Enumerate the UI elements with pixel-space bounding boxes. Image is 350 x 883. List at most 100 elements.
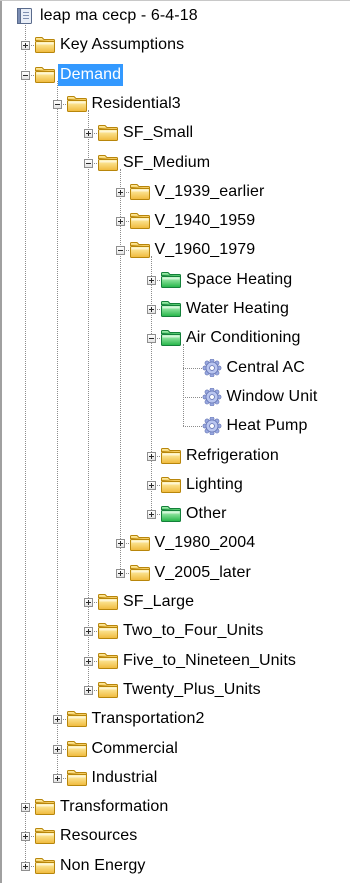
tree-node-label[interactable]: V_1940_1959 [153, 210, 258, 232]
tree-node-sf-medium[interactable]: SF_Medium [0, 150, 350, 176]
expand-toggle-icon[interactable] [21, 803, 30, 813]
collapse-toggle-icon[interactable] [52, 99, 62, 109]
tree-node-central-ac[interactable]: Central AC [0, 355, 350, 381]
expand-toggle-icon[interactable] [52, 773, 62, 783]
expand-toggle-icon[interactable] [84, 598, 93, 607]
tree-node-root-label[interactable]: leap ma cecp - 6-4-18 [0, 3, 350, 29]
tree-node-label[interactable]: Central AC [225, 357, 307, 379]
expand-toggle-icon[interactable] [147, 275, 156, 285]
tree-node-label[interactable]: Industrial [90, 767, 160, 789]
tree-node-label[interactable]: Two_to_Four_Units [121, 620, 265, 642]
tree-node-demand[interactable]: Demand [0, 62, 350, 88]
folder-icon [129, 212, 151, 230]
tree-node-label[interactable]: Transportation2 [90, 708, 207, 730]
expand-toggle-icon[interactable] [21, 41, 30, 51]
tree-node-label[interactable]: Five_to_Nineteen_Units [121, 650, 298, 672]
tree-node-transformation[interactable]: Transformation [0, 794, 350, 820]
tree-node-two-to-four-units[interactable]: Two_to_Four_Units [0, 618, 350, 644]
tree-node-v-1980-2004[interactable]: V_1980_2004 [0, 530, 350, 556]
folder-icon [129, 183, 151, 201]
expand-toggle-icon[interactable] [52, 744, 62, 754]
expand-toggle-icon[interactable] [147, 480, 156, 490]
tree-node-lighting[interactable]: Lighting [0, 472, 350, 498]
folder-icon [34, 857, 56, 875]
tree-node-other[interactable]: Other [0, 501, 350, 527]
tree-node-label[interactable]: Resources [58, 825, 139, 847]
gear-icon [201, 387, 223, 407]
expand-toggle-icon[interactable] [147, 451, 156, 461]
tree-node-label[interactable]: SF_Small [121, 122, 195, 144]
expand-toggle-icon[interactable] [115, 568, 125, 578]
tree-node-label[interactable]: V_2005_later [153, 562, 253, 584]
expand-toggle-icon[interactable] [147, 305, 156, 314]
folder-icon [160, 447, 182, 465]
collapse-toggle-icon[interactable] [115, 246, 125, 256]
green-folder-icon [160, 505, 182, 523]
green-folder-icon [160, 329, 182, 347]
tree-node-five-to-nineteen-units[interactable]: Five_to_Nineteen_Units [0, 648, 350, 674]
tree-node-window-unit[interactable]: Window Unit [0, 384, 350, 410]
tree-node-label[interactable]: SF_Large [121, 591, 196, 613]
tree-node-label[interactable]: V_1980_2004 [153, 532, 258, 554]
expand-toggle-icon[interactable] [84, 627, 93, 637]
tree-node-label[interactable]: Commercial [90, 738, 180, 760]
tree-node-v-2005-later[interactable]: V_2005_later [0, 560, 350, 586]
folder-icon [129, 564, 151, 582]
tree-node-label[interactable]: Heat Pump [225, 415, 310, 437]
folder-icon [160, 476, 182, 494]
expand-toggle-icon[interactable] [115, 539, 125, 549]
book-icon [14, 7, 36, 25]
tree-node-label[interactable]: Demand [58, 63, 124, 86]
collapse-toggle-icon[interactable] [21, 70, 30, 80]
tree-node-label[interactable]: Residential3 [90, 93, 183, 115]
expand-toggle-icon[interactable] [52, 715, 62, 725]
tree-node-transportation2[interactable]: Transportation2 [0, 706, 350, 732]
tree-node-resources[interactable]: Resources [0, 823, 350, 849]
folder-icon [97, 124, 119, 142]
tree-node-v-1960-1979[interactable]: V_1960_1979 [0, 237, 350, 263]
expand-toggle-icon[interactable] [21, 832, 30, 842]
folder-icon [66, 95, 88, 113]
tree-node-air-conditioning[interactable]: Air Conditioning [0, 325, 350, 351]
tree-node-twenty-plus-units[interactable]: Twenty_Plus_Units [0, 677, 350, 703]
tree-node-key-assumptions[interactable]: Key Assumptions [0, 32, 350, 58]
expand-toggle-icon[interactable] [84, 129, 93, 139]
tree-node-label[interactable]: Non Energy [58, 855, 148, 877]
tree-node-label[interactable]: V_1939_earlier [153, 181, 267, 203]
expand-toggle-icon[interactable] [147, 510, 156, 520]
folder-icon [97, 154, 119, 172]
tree-node-water-heating[interactable]: Water Heating [0, 296, 350, 322]
expand-toggle-icon[interactable] [115, 187, 125, 197]
tree-node-space-heating[interactable]: Space Heating [0, 267, 350, 293]
tree-node-refrigeration[interactable]: Refrigeration [0, 443, 350, 469]
tree-node-sf-small[interactable]: SF_Small [0, 120, 350, 146]
tree-node-label[interactable]: Air Conditioning [184, 327, 303, 349]
expand-toggle-icon[interactable] [115, 217, 125, 227]
tree-node-v-1939-earlier[interactable]: V_1939_earlier [0, 179, 350, 205]
tree-node-label[interactable]: Twenty_Plus_Units [121, 679, 263, 701]
tree-node-heat-pump[interactable]: Heat Pump [0, 413, 350, 439]
tree-node-label[interactable]: leap ma cecp - 6-4-18 [38, 5, 200, 27]
tree-node-industrial[interactable]: Industrial [0, 765, 350, 791]
collapse-toggle-icon[interactable] [84, 158, 93, 168]
tree-node-label[interactable]: Transformation [58, 796, 170, 818]
tree-node-label[interactable]: Space Heating [184, 269, 294, 291]
tree-node-v-1940-1959[interactable]: V_1940_1959 [0, 208, 350, 234]
tree-node-label[interactable]: Other [184, 503, 229, 525]
expand-toggle-icon[interactable] [21, 861, 30, 871]
tree-node-label[interactable]: SF_Medium [121, 152, 212, 174]
tree-node-non-energy[interactable]: Non Energy [0, 853, 350, 879]
tree-node-label[interactable]: Key Assumptions [58, 34, 186, 56]
tree-node-sf-large[interactable]: SF_Large [0, 589, 350, 615]
tree-node-label[interactable]: Water Heating [184, 298, 291, 320]
tree-node-label[interactable]: V_1960_1979 [153, 239, 258, 261]
tree-node-label[interactable]: Lighting [184, 474, 245, 496]
tree-view[interactable]: leap ma cecp - 6-4-18 Key Assumptions Dema… [0, 0, 350, 883]
expand-toggle-icon[interactable] [84, 685, 93, 695]
tree-node-residential3[interactable]: Residential3 [0, 91, 350, 117]
tree-node-label[interactable]: Window Unit [225, 386, 320, 408]
expand-toggle-icon[interactable] [84, 656, 93, 666]
tree-node-commercial[interactable]: Commercial [0, 736, 350, 762]
tree-node-label[interactable]: Refrigeration [184, 445, 281, 467]
collapse-toggle-icon[interactable] [147, 334, 156, 344]
